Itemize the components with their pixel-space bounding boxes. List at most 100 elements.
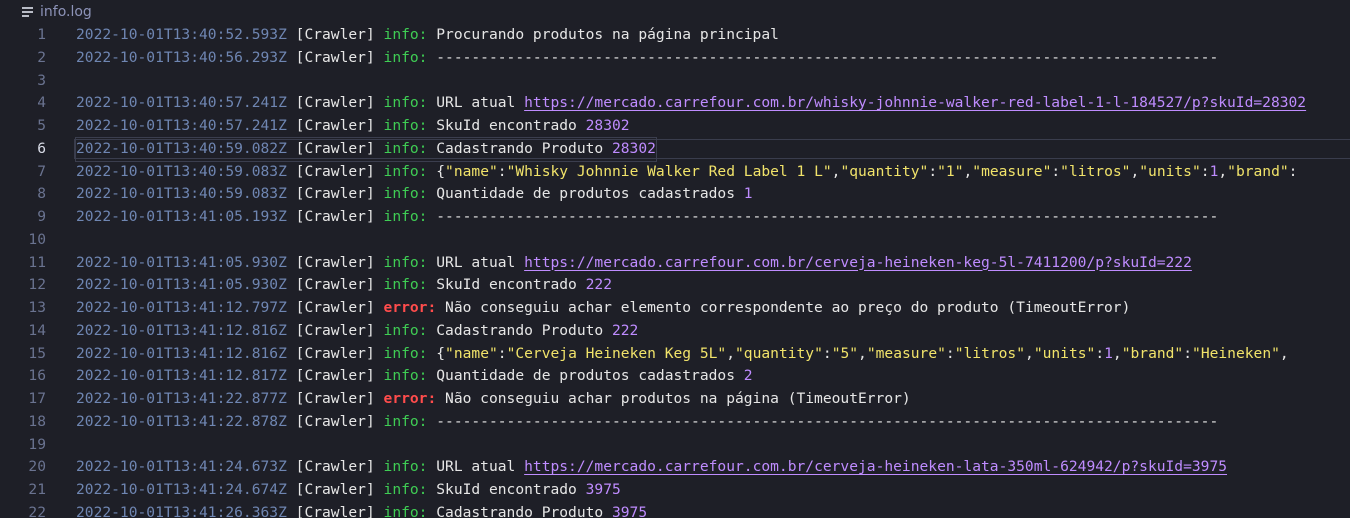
log-line[interactable]: 7 2022-10-01T13:40:59.083Z [Crawler] info…: [0, 161, 1350, 184]
line-number: 13: [28, 299, 46, 316]
log-separator: ----------------------------------------…: [427, 208, 1219, 225]
log-line[interactable]: 11 2022-10-01T13:41:05.930Z [Crawler] inf…: [0, 252, 1350, 275]
log-source: [Crawler]: [286, 367, 384, 385]
log-source: [Crawler]: [286, 503, 384, 518]
log-line[interactable]: 3: [0, 70, 1350, 93]
log-timestamp: 2022-10-01T13:41:22.877Z: [76, 390, 287, 407]
log-line[interactable]: 21 2022-10-01T13:41:24.674Z [Crawler] inf…: [0, 479, 1350, 502]
log-editor[interactable]: 1 2022-10-01T13:40:52.593Z [Crawler] info…: [0, 24, 1350, 518]
log-line-content: 2022-10-01T13:40:57.241Z [Crawler] info:…: [76, 92, 1306, 115]
log-number: 28302: [611, 139, 656, 157]
log-string: "litros": [954, 344, 1026, 362]
log-message: ,: [1112, 344, 1122, 362]
file-lines-icon: [22, 5, 33, 19]
log-number: 222: [611, 321, 639, 339]
log-level-info: info:: [383, 367, 428, 385]
log-message: :: [1183, 344, 1193, 362]
log-number: 28302: [585, 117, 630, 134]
log-line[interactable]: 22 2022-10-01T13:41:26.363Z [Crawler] inf…: [0, 502, 1350, 518]
log-level-info: info:: [383, 503, 428, 518]
log-timestamp: 2022-10-01T13:40:56.293Z: [76, 48, 287, 66]
log-line-content: 2022-10-01T13:41:12.816Z [Crawler] info:…: [76, 343, 1289, 366]
line-number: 3: [37, 71, 46, 89]
log-source: [Crawler]: [286, 299, 384, 316]
log-line[interactable]: 5 2022-10-01T13:40:57.241Z [Crawler] info…: [0, 115, 1350, 138]
log-line[interactable]: 20 2022-10-01T13:41:24.673Z [Crawler] inf…: [0, 456, 1350, 479]
log-url-link[interactable]: https://mercado.carrefour.com.br/cerveja…: [524, 254, 1192, 271]
log-line-content: 2022-10-01T13:41:05.930Z [Crawler] info:…: [76, 274, 612, 297]
log-line[interactable]: 1 2022-10-01T13:40:52.593Z [Crawler] info…: [0, 24, 1350, 47]
log-message: :: [1095, 344, 1105, 362]
log-level-info: info:: [383, 139, 428, 157]
log-timestamp: 2022-10-01T13:41:22.878Z: [76, 412, 287, 430]
line-number: 21: [28, 481, 46, 498]
log-string: "name": [445, 162, 498, 180]
log-source: [Crawler]: [286, 94, 384, 112]
log-line[interactable]: 9 2022-10-01T13:41:05.193Z [Crawler] info…: [0, 206, 1350, 229]
log-string: "1": [937, 162, 964, 180]
log-message: :: [1200, 162, 1210, 180]
log-line[interactable]: 18 2022-10-01T13:41:22.878Z [Crawler] inf…: [0, 411, 1350, 434]
log-message: URL atual: [427, 458, 525, 476]
log-source: [Crawler]: [286, 344, 384, 362]
log-line[interactable]: 2 2022-10-01T13:40:56.293Z [Crawler] info…: [0, 47, 1350, 70]
log-timestamp: 2022-10-01T13:41:24.674Z: [76, 481, 287, 498]
log-line-content: 2022-10-01T13:40:59.082Z [Crawler] info:…: [75, 136, 657, 162]
log-line-content: 2022-10-01T13:40:56.293Z [Crawler] info:…: [76, 47, 1218, 70]
log-source: [Crawler]: [286, 412, 384, 430]
log-line[interactable]: 4 2022-10-01T13:40:57.241Z [Crawler] info…: [0, 92, 1350, 115]
log-timestamp: 2022-10-01T13:41:24.673Z: [76, 458, 287, 476]
log-message: Não conseguiu achar elemento corresponde…: [436, 299, 1131, 316]
log-string: "measure": [866, 344, 946, 362]
log-timestamp: 2022-10-01T13:40:59.083Z: [76, 162, 287, 180]
line-number: 10: [28, 230, 46, 248]
log-level-info: info:: [383, 321, 428, 339]
tab-info-log[interactable]: info.log: [0, 0, 92, 24]
log-source: [Crawler]: [286, 48, 384, 66]
log-line-content: 2022-10-01T13:41:05.193Z [Crawler] info:…: [76, 206, 1218, 229]
log-line[interactable]: 8 2022-10-01T13:40:59.083Z [Crawler] info…: [0, 183, 1350, 206]
log-separator: ----------------------------------------…: [427, 412, 1219, 430]
log-line[interactable]: 19: [0, 434, 1350, 457]
log-line[interactable]: 16 2022-10-01T13:41:12.817Z [Crawler] inf…: [0, 365, 1350, 388]
log-line[interactable]: 14 2022-10-01T13:41:12.816Z [Crawler] inf…: [0, 320, 1350, 343]
log-line-content: 2022-10-01T13:40:52.593Z [Crawler] info:…: [76, 24, 779, 47]
log-message: ,: [963, 162, 973, 180]
log-line-content: 2022-10-01T13:40:59.083Z [Crawler] info:…: [76, 161, 1297, 184]
log-string: "brand": [1121, 344, 1184, 362]
log-timestamp: 2022-10-01T13:40:59.083Z: [76, 185, 287, 203]
log-level-info: info:: [383, 185, 428, 203]
log-line[interactable]: 10: [0, 229, 1350, 252]
line-number: 11: [28, 253, 46, 271]
log-message: :: [497, 162, 507, 180]
log-line[interactable]: 13 2022-10-01T13:41:12.797Z [Crawler] err…: [0, 297, 1350, 320]
line-number: 15: [28, 344, 46, 362]
log-line[interactable]: 12 2022-10-01T13:41:05.930Z [Crawler] inf…: [0, 274, 1350, 297]
log-line-content: 2022-10-01T13:41:24.674Z [Crawler] info:…: [76, 479, 621, 502]
log-level-error: error:: [383, 390, 437, 407]
log-string: "quantity": [735, 344, 823, 362]
line-number: 8: [37, 185, 46, 203]
log-line[interactable]: 6 2022-10-01T13:40:59.082Z [Crawler] info…: [0, 136, 1350, 162]
editor-tab-bar: info.log: [0, 0, 1350, 24]
log-message: :: [1288, 162, 1298, 180]
log-message: ,: [1130, 162, 1140, 180]
log-line[interactable]: 15 2022-10-01T13:41:12.816Z [Crawler] inf…: [0, 343, 1350, 366]
log-timestamp: 2022-10-01T13:41:05.930Z: [76, 253, 287, 271]
log-string: "units": [1033, 344, 1096, 362]
log-number: 2: [743, 367, 753, 385]
log-string: "units": [1139, 162, 1201, 180]
log-source: [Crawler]: [286, 185, 384, 203]
log-url-link[interactable]: https://mercado.carrefour.com.br/cerveja…: [524, 458, 1227, 475]
log-url-link[interactable]: https://mercado.carrefour.com.br/whisky-…: [524, 94, 1306, 111]
log-timestamp: 2022-10-01T13:40:57.241Z: [76, 94, 287, 112]
log-number: 1: [1104, 344, 1113, 362]
log-message: :: [497, 344, 507, 362]
line-number: 20: [28, 458, 46, 476]
log-timestamp: 2022-10-01T13:40:59.082Z: [76, 139, 287, 157]
log-source: [Crawler]: [286, 26, 384, 43]
log-line[interactable]: 17 2022-10-01T13:41:22.877Z [Crawler] err…: [0, 388, 1350, 411]
log-timestamp: 2022-10-01T13:41:12.797Z: [76, 299, 287, 316]
log-message: Cadastrando Produto: [427, 321, 612, 339]
log-message: :: [822, 344, 832, 362]
